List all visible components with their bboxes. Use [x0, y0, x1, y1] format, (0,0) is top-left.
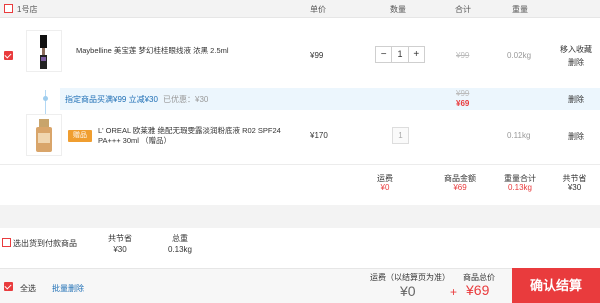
- footer-saved-label: 共节省: [108, 234, 132, 243]
- col-weight: 重量: [512, 5, 528, 14]
- promo-dot-icon: [43, 96, 48, 101]
- item-1-thumbnail[interactable]: [26, 30, 62, 72]
- col-unit-price: 单价: [310, 5, 326, 14]
- item-2-price: ¥170: [310, 131, 328, 140]
- qty-minus-button[interactable]: −: [376, 47, 391, 62]
- item-2-delete[interactable]: 删除: [568, 131, 584, 142]
- cart-header: 1号店 单价 数量 合计 重量: [0, 0, 600, 18]
- qty-input[interactable]: 1: [391, 47, 409, 62]
- summary-weight-value: 0.13kg: [507, 183, 533, 192]
- footer-weight-label: 总重: [172, 234, 188, 243]
- promo-original-subtotal: ¥99: [456, 89, 470, 98]
- footer-weight-value: 0.13kg: [167, 245, 193, 254]
- foundation-bottle-image-icon: [36, 119, 52, 152]
- item-1-price: ¥99: [310, 51, 324, 60]
- col-subtotal: 合计: [455, 5, 471, 14]
- item-1-qty-stepper: − 1 +: [375, 46, 425, 63]
- section-separator: [0, 205, 600, 228]
- item-2-name[interactable]: L' OREAL 欧莱雅 绝配无瑕雯露淡润粉底液 R02 SPF24 PA+++…: [98, 126, 298, 146]
- store-checkbox[interactable]: [4, 4, 13, 13]
- item-1-name[interactable]: Maybelline 美宝莲 梦幻桂桂眼线液 浓黑 2.5ml: [76, 46, 256, 56]
- item-2-thumbnail[interactable]: [26, 114, 62, 156]
- eyeliner-image-icon: [40, 35, 47, 69]
- confirm-checkout-button[interactable]: 确认结算: [512, 268, 600, 303]
- plus-sign: +: [450, 285, 458, 299]
- summary-amount-value: ¥69: [453, 183, 467, 192]
- item-1-checkbox[interactable]: [4, 51, 13, 60]
- batch-delete-link[interactable]: 批量删除: [52, 283, 84, 294]
- promo-discount-label: 已优惠：¥30: [163, 95, 209, 104]
- qty-plus-button[interactable]: +: [409, 47, 424, 62]
- footer-saved-value: ¥30: [113, 245, 127, 254]
- checkout-bar: [0, 268, 600, 303]
- footer-total-value: ¥69: [466, 282, 490, 298]
- item-1-weight: 0.02kg: [507, 51, 532, 60]
- select-all-checkbox[interactable]: [4, 282, 13, 291]
- cod-checkbox[interactable]: [2, 238, 11, 247]
- promo-text[interactable]: 指定商品买满¥99 立减¥30: [65, 94, 158, 105]
- select-all-label[interactable]: 全选: [20, 283, 36, 294]
- summary-shipping-value: ¥0: [380, 183, 390, 192]
- item-2-weight: 0.11kg: [507, 131, 531, 140]
- item-1-move-to-favorites[interactable]: 移入收藏: [560, 44, 592, 55]
- footer-shipping-value: ¥0: [400, 283, 416, 299]
- item-1-subtotal: ¥99: [456, 51, 470, 60]
- col-quantity: 数量: [390, 5, 406, 14]
- summary-saved-value: ¥30: [567, 183, 582, 192]
- footer-shipping-label: 运费（以结算页为准）: [370, 273, 450, 282]
- cod-select-label[interactable]: 选出货到付款商品: [13, 238, 77, 249]
- promo-delete[interactable]: 删除: [568, 94, 584, 105]
- item-2-qty-display: 1: [392, 127, 409, 144]
- item-1-delete[interactable]: 删除: [568, 57, 584, 68]
- gift-tag: 赠品: [68, 130, 92, 142]
- promo-final-subtotal: ¥69: [456, 99, 470, 108]
- store-name: 1号店: [17, 5, 38, 14]
